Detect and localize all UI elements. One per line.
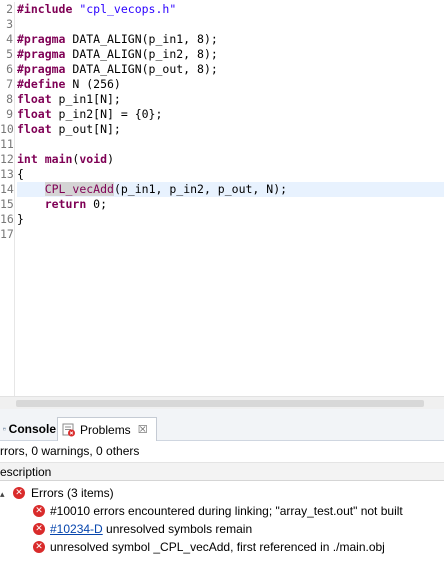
code-token: DATA_ALIGN(p_in1, 8); xyxy=(65,32,218,46)
code-token: p_in1[N]; xyxy=(51,92,121,106)
code-token: } xyxy=(17,212,24,226)
code-line[interactable]: { xyxy=(17,167,444,182)
line-number: 13 xyxy=(0,167,14,181)
line-number: 6 xyxy=(6,62,13,76)
problem-description: #10010 errors encountered during linking… xyxy=(50,502,403,520)
line-number: 17 xyxy=(0,227,14,241)
error-icon: ✕ xyxy=(33,541,45,553)
code-line[interactable]: } xyxy=(17,212,444,227)
code-token: ) xyxy=(107,152,114,166)
keyword-token: #define xyxy=(17,77,66,91)
code-line[interactable]: #include "cpl_vecops.h" xyxy=(17,2,444,17)
code-line[interactable] xyxy=(17,17,444,32)
code-token: 0; xyxy=(86,197,108,211)
tab-problems-label: Problems xyxy=(80,422,131,437)
code-line[interactable]: #define N (256) xyxy=(17,77,444,92)
code-line[interactable]: float p_in1[N]; xyxy=(17,92,444,107)
line-number: 11 xyxy=(0,137,14,151)
error-icon: ✕ xyxy=(33,523,45,535)
close-tab-icon[interactable]: ☒ xyxy=(138,423,148,436)
error-icon: ✕ xyxy=(33,505,45,517)
line-number: 3 xyxy=(6,17,13,31)
line-number: 16 xyxy=(0,212,14,226)
code-token: p_out[N]; xyxy=(51,122,121,136)
code-line[interactable] xyxy=(17,137,444,152)
column-header-description[interactable]: escription xyxy=(0,462,444,481)
problem-description: #10234-D unresolved symbols remain xyxy=(50,520,252,538)
line-number: 2 xyxy=(6,2,13,16)
code-line[interactable]: float p_out[N]; xyxy=(17,122,444,137)
errors-group-label: Errors (3 items) xyxy=(31,486,114,500)
line-number: 4 xyxy=(6,32,13,46)
code-line[interactable]: #pragma DATA_ALIGN(p_in1, 8); xyxy=(17,32,444,47)
console-icon xyxy=(3,427,6,431)
line-number: 10 xyxy=(0,122,14,136)
error-icon: ✕ xyxy=(13,487,25,499)
code-token: DATA_ALIGN(p_in2, 8); xyxy=(65,47,218,61)
collapse-toggle-icon[interactable]: ▴ xyxy=(0,485,5,503)
column-header-label: escription xyxy=(0,465,52,479)
function-call-highlight: CPL_vecAdd xyxy=(44,182,114,196)
problem-description: unresolved symbol _CPL_vecAdd, first ref… xyxy=(50,538,385,556)
keyword-token: return xyxy=(44,197,87,211)
problem-row[interactable]: ✕ unresolved symbol _CPL_vecAdd, first re… xyxy=(0,538,444,556)
code-line[interactable]: #pragma DATA_ALIGN(p_in2, 8); xyxy=(17,47,444,62)
line-number: 7 xyxy=(6,77,13,91)
line-number: 14 xyxy=(0,182,14,196)
code-editor[interactable]: 2 3 4 5 6 7 8 9 10 11 12 13 14 15 16 17 #include "cpl_v… xyxy=(0,0,444,396)
code-line[interactable]: float p_in2[N] = {0}; xyxy=(17,107,444,122)
tab-console[interactable]: Console xyxy=(0,417,56,441)
keyword-token: #pragma xyxy=(17,32,66,46)
problem-text: unresolved symbols remain xyxy=(102,522,253,536)
keyword-token: #pragma xyxy=(17,47,66,61)
error-code-link[interactable]: #10234-D xyxy=(50,522,103,536)
code-line[interactable]: #pragma DATA_ALIGN(p_out, 8); xyxy=(17,62,444,77)
code-line-current[interactable]: CPL_vecAdd(p_in1, p_in2, p_out, N); xyxy=(17,182,444,197)
code-token: N (256) xyxy=(65,77,121,91)
keyword-token: #pragma xyxy=(17,62,66,76)
keyword-token: #include xyxy=(17,2,80,16)
problems-summary: rrors, 0 warnings, 0 others xyxy=(0,444,140,458)
tab-problems[interactable]: Problems ☒ xyxy=(57,417,157,441)
keyword-token: main xyxy=(44,152,73,166)
string-token: "cpl_vecops.h" xyxy=(79,2,177,16)
keyword-token: int xyxy=(17,152,38,166)
line-number: 5 xyxy=(6,47,13,61)
line-number: 9 xyxy=(6,107,13,121)
code-token: DATA_ALIGN(p_out, 8); xyxy=(65,62,218,76)
editor-horizontal-scrollbar[interactable] xyxy=(0,396,444,409)
code-token: { xyxy=(17,167,24,181)
code-line[interactable]: int main(void) xyxy=(17,152,444,167)
problem-row[interactable]: ✕ #10010 errors encountered during linkin… xyxy=(0,502,444,520)
line-number: 12 xyxy=(0,152,14,166)
line-number: 15 xyxy=(0,197,14,211)
code-token: p_in2[N] = {0}; xyxy=(51,107,163,121)
code-token: (p_in1, p_in2, p_out, N); xyxy=(113,182,288,196)
keyword-token: float xyxy=(17,107,52,121)
problem-text: unresolved symbol _CPL_vecAdd, first ref… xyxy=(50,540,385,554)
problem-text: #10010 errors encountered during linking… xyxy=(50,504,403,518)
problem-row[interactable]: ✕ #10234-D unresolved symbols remain xyxy=(0,520,444,538)
views-tab-bar: Console Problems ☒ xyxy=(0,409,444,441)
errors-group-row[interactable]: ▴ ✕ Errors (3 items) xyxy=(0,484,444,502)
line-number: 8 xyxy=(6,92,13,106)
code-line[interactable] xyxy=(17,227,444,242)
keyword-token: void xyxy=(79,152,108,166)
scrollbar-thumb[interactable] xyxy=(16,400,424,407)
line-number-gutter: 2 3 4 5 6 7 8 9 10 11 12 13 14 15 16 17 xyxy=(0,2,15,396)
keyword-token: float xyxy=(17,122,52,136)
problems-icon xyxy=(62,423,75,436)
code-line[interactable]: return 0; xyxy=(17,197,444,212)
tab-console-label: Console xyxy=(8,422,56,436)
keyword-token: float xyxy=(17,92,52,106)
